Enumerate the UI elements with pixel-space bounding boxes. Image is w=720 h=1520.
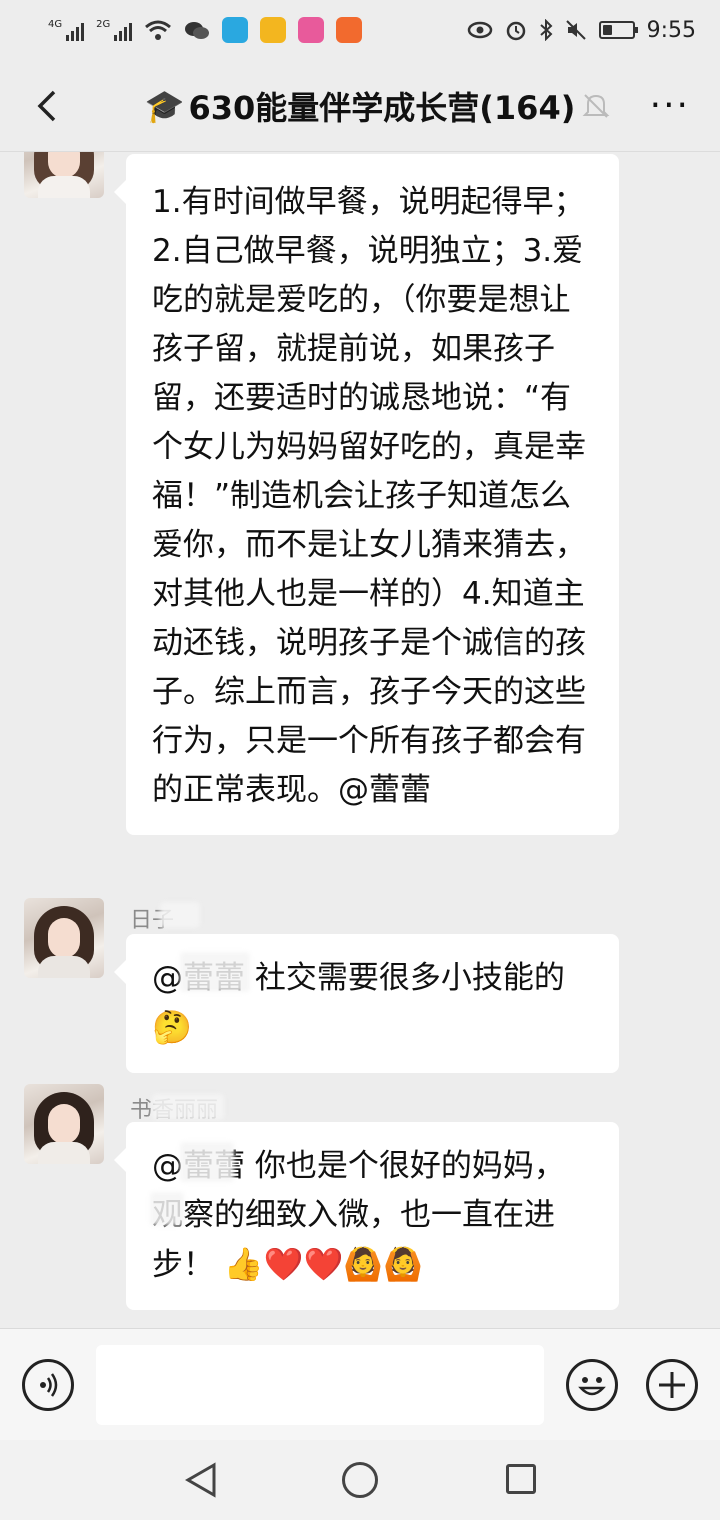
reaction-emojis: 👍❤️❤️🙆🙆 [223,1245,424,1283]
app-icon [260,17,287,43]
plus-icon [659,1372,685,1398]
status-bar: 4G 2G 9:55 [0,0,720,60]
message-bubble[interactable]: 1.有时间做早餐，说明起得早；2.自己做早餐，说明独立；3.爱吃的就是爱吃的，（… [114,154,619,835]
message-text: 1.有时间做早餐，说明起得早；2.自己做早餐，说明独立；3.爱吃的就是爱吃的，（… [152,184,586,808]
audio-app-icon [336,17,363,43]
system-nav-bar [0,1440,720,1520]
battery-icon [598,21,638,39]
chat-title: 🎓 630能量伴学成长营(164) [145,83,576,129]
back-icon[interactable] [28,86,68,126]
status-right: 9:55 [467,18,696,43]
voice-icon [40,1373,58,1397]
signal-icon: 2G [96,19,133,41]
alarm-icon [506,21,525,41]
mute-icon [565,20,586,40]
clock: 9:55 [646,17,696,43]
graduation-cap-icon: 🎓 [144,86,185,125]
voice-input-button[interactable] [22,1359,74,1411]
bell-muted-icon [582,94,610,118]
eye-icon [467,21,492,39]
avatar[interactable] [24,152,104,198]
blurred-region [180,1142,234,1182]
chat-area[interactable]: 1.有时间做早餐，说明起得早；2.自己做早餐，说明独立；3.爱吃的就是爱吃的，（… [0,152,720,1328]
avatar[interactable] [24,898,104,978]
nav-recents-icon[interactable] [506,1464,536,1494]
bluetooth-icon [539,19,553,41]
blurred-region [160,902,200,928]
more-actions-button[interactable] [646,1359,698,1411]
chat-header: 🎓 630能量伴学成长营(164) ··· [0,60,720,152]
nav-back-icon[interactable] [184,1462,218,1498]
wechat-icon [185,22,210,39]
blurred-region [152,1094,224,1120]
smiley-icon [578,1377,606,1396]
app-icon [298,17,325,43]
status-left: 4G 2G [48,17,363,43]
blurred-region [150,1192,184,1226]
thinking-emoji: 🤔 [152,1008,192,1046]
nav-home-icon[interactable] [342,1462,378,1498]
signal-icon: 4G [48,19,85,41]
message-input[interactable] [96,1345,544,1425]
emoji-button[interactable] [566,1359,618,1411]
avatar[interactable] [24,1084,104,1164]
blurred-region [180,952,250,992]
group-name: 630能量伴学成长营(164) [188,88,576,127]
more-icon[interactable]: ··· [650,88,690,124]
input-bar [0,1328,720,1440]
wifi-icon [145,20,172,40]
video-app-icon [222,17,249,43]
